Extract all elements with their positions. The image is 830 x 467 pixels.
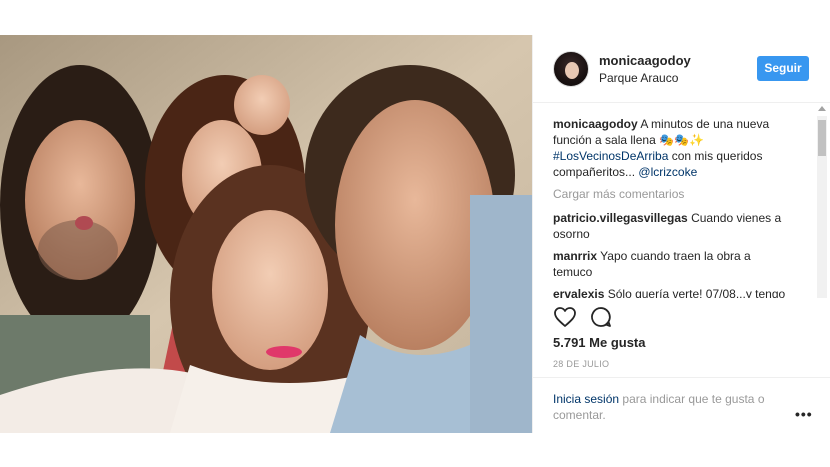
- comment-item: patricio.villegasvillegas Cuando vienes …: [553, 210, 793, 242]
- comment-text: Sólo quería verte! 07/08...y tengo: [607, 287, 786, 298]
- likes-count[interactable]: 5.791 Me gusta: [553, 335, 646, 350]
- caption-hashtag[interactable]: #LosVecinosDeArriba: [553, 149, 668, 163]
- comment-username[interactable]: patricio.villegasvillegas: [553, 211, 688, 225]
- selfie-illustration: [0, 35, 532, 433]
- comment-item: ervalexis Sólo quería verte! 07/08...y t…: [553, 286, 793, 298]
- caption-mention[interactable]: @lcrizcoke: [638, 165, 697, 179]
- comment-item: manrrix Yapo cuando traen la obra a temu…: [553, 248, 793, 280]
- caption: monicaagodoy A minutos de una nueva func…: [553, 116, 793, 180]
- more-options-icon[interactable]: •••: [795, 406, 813, 422]
- post-sidebar: monicaagodoy Parque Arauco Seguir monica…: [532, 35, 830, 433]
- comment-username[interactable]: ervalexis: [553, 287, 604, 298]
- login-prompt: Inicia sesión para indicar que te gusta …: [533, 377, 830, 433]
- post-header: monicaagodoy Parque Arauco Seguir: [533, 35, 830, 103]
- caption-username[interactable]: monicaagodoy: [553, 117, 638, 131]
- instagram-post: monicaagodoy Parque Arauco Seguir monica…: [0, 35, 830, 433]
- comment-icon[interactable]: [589, 305, 613, 329]
- post-date[interactable]: 28 DE JULIO: [553, 359, 609, 369]
- post-username[interactable]: monicaagodoy: [599, 53, 691, 68]
- follow-button[interactable]: Seguir: [757, 56, 809, 81]
- comments-scrollbar[interactable]: [817, 116, 827, 298]
- scrollbar-thumb[interactable]: [818, 120, 826, 156]
- load-more-comments[interactable]: Cargar más comentarios: [553, 187, 684, 201]
- action-bar: [553, 305, 633, 331]
- post-photo[interactable]: [0, 35, 532, 433]
- login-prompt-text: Inicia sesión para indicar que te gusta …: [553, 391, 783, 423]
- avatar-face: [565, 62, 579, 79]
- login-link[interactable]: Inicia sesión: [553, 392, 619, 406]
- post-location[interactable]: Parque Arauco: [599, 71, 678, 85]
- comment-username[interactable]: manrrix: [553, 249, 597, 263]
- heart-icon[interactable]: [553, 305, 577, 329]
- scroll-up-arrow-icon[interactable]: [818, 106, 826, 111]
- comments-section[interactable]: monicaagodoy A minutos de una nueva func…: [533, 104, 830, 298]
- avatar[interactable]: [553, 51, 589, 87]
